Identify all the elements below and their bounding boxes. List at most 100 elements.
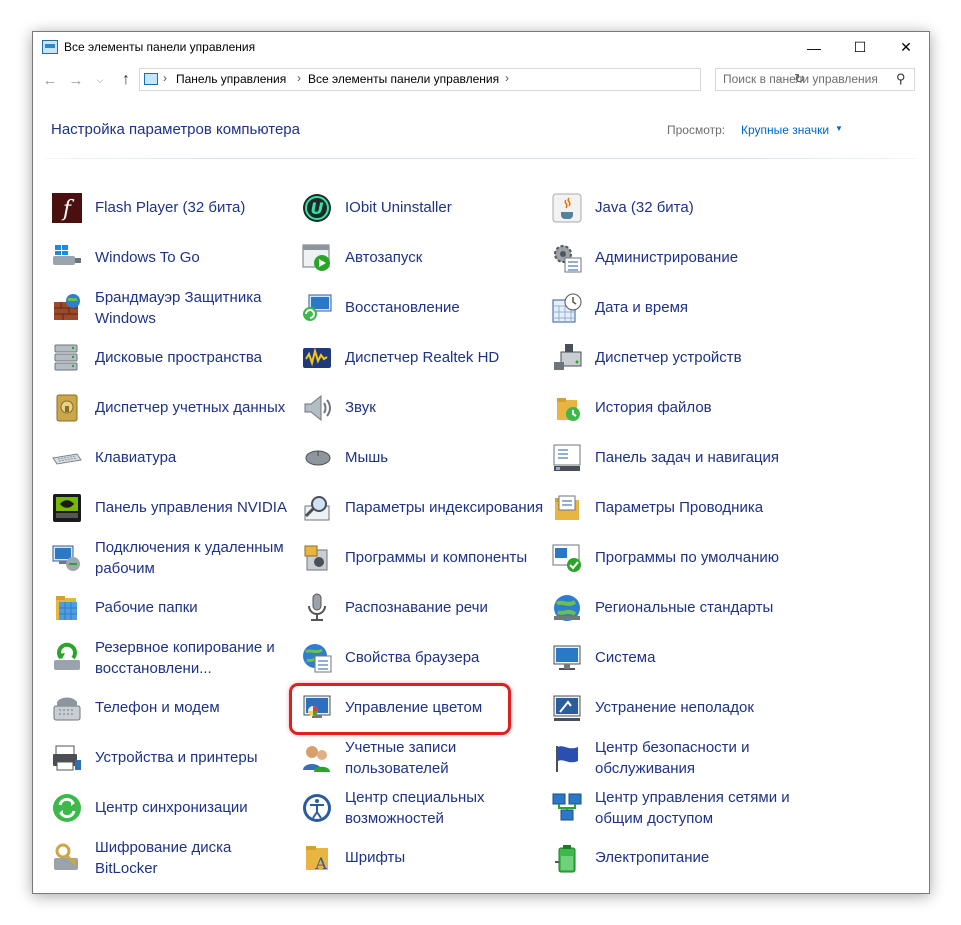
control-panel-item[interactable]: Электропитание xyxy=(551,835,791,881)
item-label[interactable]: Звук xyxy=(345,397,545,418)
control-panel-item[interactable]: U IObit Uninstaller xyxy=(301,185,541,231)
control-panel-item[interactable]: Подключения к удаленным рабочим xyxy=(51,535,291,581)
control-panel-item[interactable]: Центр управления сетями и общим доступом xyxy=(551,785,791,831)
item-label[interactable]: Панель задач и навигация xyxy=(595,447,795,468)
control-panel-item[interactable]: Устранение неполадок xyxy=(551,685,791,731)
control-panel-item[interactable]: Распознавание речи xyxy=(301,585,541,631)
breadcrumb-control-panel[interactable]: Панель управления xyxy=(176,72,286,86)
item-label[interactable]: Свойства браузера xyxy=(345,647,545,668)
recent-locations-chevron-icon[interactable]: ⌵ xyxy=(89,69,111,91)
control-panel-item[interactable]: Учетные записи пользователей xyxy=(301,735,541,781)
item-label[interactable]: Учетные записи пользователей xyxy=(345,737,545,779)
control-panel-item[interactable]: Панель задач и навигация xyxy=(551,435,791,481)
item-label[interactable]: Электропитание xyxy=(595,847,795,868)
item-label[interactable]: Программы и компоненты xyxy=(345,547,545,568)
item-label[interactable]: Windows To Go xyxy=(95,247,295,268)
item-label[interactable]: Диспетчер Realtek HD xyxy=(345,347,545,368)
item-label[interactable]: Система xyxy=(595,647,795,668)
breadcrumb-separator[interactable]: › xyxy=(163,71,167,85)
item-label[interactable]: Устранение неполадок xyxy=(595,697,795,718)
breadcrumb-separator[interactable]: › xyxy=(297,71,301,85)
view-mode-dropdown[interactable]: Крупные значки xyxy=(741,123,829,137)
minimize-button[interactable]: — xyxy=(791,32,837,63)
search-icon[interactable]: ⚲ xyxy=(896,71,906,87)
control-panel-item[interactable]: Клавиатура xyxy=(51,435,291,481)
close-button[interactable]: ✕ xyxy=(883,32,929,63)
control-panel-item[interactable]: Мышь xyxy=(301,435,541,481)
control-panel-item[interactable]: Администрирование xyxy=(551,235,791,281)
item-label[interactable]: Дата и время xyxy=(595,297,795,318)
item-label[interactable]: IObit Uninstaller xyxy=(345,197,545,218)
item-label[interactable]: Устройства и принтеры xyxy=(95,747,295,768)
control-panel-item[interactable]: Устройства и принтеры xyxy=(51,735,291,781)
item-label[interactable]: Восстановление xyxy=(345,297,545,318)
control-panel-item[interactable]: Параметры Проводника xyxy=(551,485,791,531)
control-panel-item[interactable]: Центр специальных возможностей xyxy=(301,785,541,831)
item-label[interactable]: Шифрование диска BitLocker xyxy=(95,837,295,879)
control-panel-item[interactable]: Параметры индексирования xyxy=(301,485,543,531)
control-panel-item[interactable]: Панель управления NVIDIA xyxy=(51,485,291,531)
item-label[interactable]: История файлов xyxy=(595,397,795,418)
control-panel-item[interactable]: Автозапуск xyxy=(301,235,541,281)
item-label[interactable]: Клавиатура xyxy=(95,447,295,468)
dropdown-arrow-icon[interactable]: ▼ xyxy=(835,124,843,133)
control-panel-item[interactable]: f Flash Player (32 бита) xyxy=(51,185,291,231)
item-label[interactable]: Телефон и модем xyxy=(95,697,295,718)
control-panel-item[interactable]: A Шрифты xyxy=(301,835,541,881)
item-label[interactable]: Центр синхронизации xyxy=(95,797,295,818)
control-panel-item[interactable]: Диспетчер Realtek HD xyxy=(301,335,541,381)
breadcrumb-all-items[interactable]: Все элементы панели управления xyxy=(308,72,499,86)
item-label[interactable]: Рабочие папки xyxy=(95,597,295,618)
back-arrow-icon[interactable]: ← xyxy=(39,69,61,91)
item-label[interactable]: Программы по умолчанию xyxy=(595,547,795,568)
control-panel-item[interactable]: Программы по умолчанию xyxy=(551,535,791,581)
item-label[interactable]: Параметры Проводника xyxy=(595,497,795,518)
control-panel-item[interactable]: Восстановление xyxy=(301,285,541,331)
item-label[interactable]: Диспетчер учетных данных xyxy=(95,397,295,418)
control-panel-item[interactable]: Рабочие папки xyxy=(51,585,291,631)
control-panel-item[interactable]: Региональные стандарты xyxy=(551,585,791,631)
control-panel-item[interactable]: Центр безопасности и обслуживания xyxy=(551,735,791,781)
control-panel-item[interactable]: Дата и время xyxy=(551,285,791,331)
item-label[interactable]: Панель управления NVIDIA xyxy=(95,497,295,518)
control-panel-item[interactable]: Свойства браузера xyxy=(301,635,541,681)
item-label[interactable]: Центр безопасности и обслуживания xyxy=(595,737,795,779)
item-label[interactable]: Подключения к удаленным рабочим xyxy=(95,537,295,579)
item-label[interactable]: Региональные стандарты xyxy=(595,597,795,618)
item-label[interactable]: Шрифты xyxy=(345,847,545,868)
control-panel-item[interactable]: Телефон и модем xyxy=(51,685,291,731)
item-label[interactable]: Центр управления сетями и общим доступом xyxy=(595,787,795,829)
breadcrumb-separator[interactable]: › xyxy=(505,71,509,85)
item-label[interactable]: Распознавание речи xyxy=(345,597,545,618)
item-label[interactable]: Java (32 бита) xyxy=(595,197,795,218)
control-panel-item[interactable]: Центр синхронизации xyxy=(51,785,291,831)
control-panel-item[interactable]: Windows To Go xyxy=(51,235,291,281)
item-label[interactable]: Администрирование xyxy=(595,247,795,268)
control-panel-item[interactable]: Резервное копирование и восстановлени... xyxy=(51,635,291,681)
control-panel-item[interactable]: Java (32 бита) xyxy=(551,185,791,231)
item-label[interactable]: Резервное копирование и восстановлени... xyxy=(95,637,295,679)
item-label[interactable]: Автозапуск xyxy=(345,247,545,268)
address-bar[interactable]: › Панель управления › Все элементы панел… xyxy=(139,68,805,91)
control-panel-item[interactable]: Дисковые пространства xyxy=(51,335,291,381)
item-label[interactable]: Центр специальных возможностей xyxy=(345,787,545,829)
item-label[interactable]: Мышь xyxy=(345,447,545,468)
item-label[interactable]: Параметры индексирования xyxy=(345,497,545,518)
item-label[interactable]: Flash Player (32 бита) xyxy=(95,197,295,218)
control-panel-item[interactable]: Диспетчер устройств xyxy=(551,335,791,381)
control-panel-item[interactable]: Программы и компоненты xyxy=(301,535,541,581)
title-bar[interactable]: Все элементы панели управления — ☐ ✕ xyxy=(33,32,929,63)
control-panel-item[interactable]: История файлов xyxy=(551,385,791,431)
item-label[interactable]: Дисковые пространства xyxy=(95,347,295,368)
search-input[interactable]: Поиск в панели управления ⚲ xyxy=(715,68,915,91)
item-label[interactable]: Брандмауэр Защитника Windows xyxy=(95,287,295,329)
control-panel-item[interactable]: Система xyxy=(551,635,791,681)
control-panel-item[interactable]: Брандмауэр Защитника Windows xyxy=(51,285,291,331)
control-panel-item[interactable]: Шифрование диска BitLocker xyxy=(51,835,291,881)
maximize-button[interactable]: ☐ xyxy=(837,32,883,63)
control-panel-item[interactable]: Звук xyxy=(301,385,541,431)
up-arrow-icon[interactable]: ↑ xyxy=(115,69,137,91)
forward-arrow-icon[interactable]: → xyxy=(65,69,87,91)
item-label[interactable]: Диспетчер устройств xyxy=(595,347,795,368)
control-panel-item[interactable]: Диспетчер учетных данных xyxy=(51,385,291,431)
